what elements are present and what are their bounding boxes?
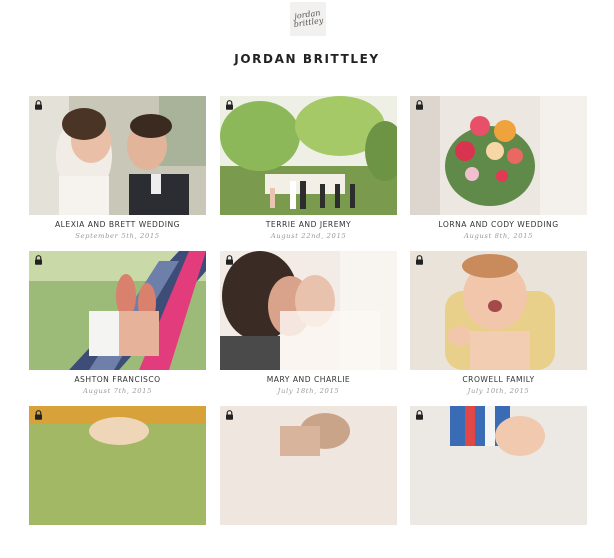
gallery-thumbnail[interactable] <box>29 406 206 525</box>
gallery-title[interactable]: CROWELL FAMILY <box>398 375 599 384</box>
gallery-thumbnail[interactable] <box>410 406 587 525</box>
gallery-thumbnail[interactable] <box>220 251 397 370</box>
site-logo[interactable]: jordan brittley <box>290 2 326 36</box>
gallery-title[interactable]: TERRIE AND JEREMY <box>208 220 409 229</box>
lock-icon <box>35 255 42 265</box>
lock-icon <box>226 410 233 420</box>
gallery-title[interactable]: ASHTON FRANCISCO <box>17 375 218 384</box>
gallery-card-terrie-jeremy[interactable]: TERRIE AND JEREMY August 22nd, 2015 <box>220 96 397 248</box>
lock-icon <box>35 100 42 110</box>
lock-icon <box>226 100 233 110</box>
gallery-thumbnail[interactable] <box>220 96 397 215</box>
gallery-date: July 10th, 2015 <box>467 387 530 395</box>
gallery-date: July 18th, 2015 <box>277 387 340 395</box>
gallery-card-mary-charlie[interactable]: MARY AND CHARLIE July 18th, 2015 <box>220 251 397 403</box>
lock-icon <box>226 255 233 265</box>
gallery-thumbnail[interactable] <box>29 251 206 370</box>
gallery-card[interactable] <box>29 406 206 558</box>
lock-icon <box>416 100 423 110</box>
lock-icon <box>416 410 423 420</box>
gallery-card[interactable] <box>220 406 397 558</box>
gallery-date: August 22nd, 2015 <box>270 232 347 240</box>
gallery-thumbnail[interactable] <box>29 96 206 215</box>
gallery-title[interactable]: LORNA AND CODY WEDDING <box>398 220 599 229</box>
gallery-card-alexia-brett[interactable]: ALEXIA AND BRETT WEDDING September 5th, … <box>29 96 206 248</box>
gallery-card-lorna-cody[interactable]: LORNA AND CODY WEDDING August 8th, 2015 <box>410 96 587 248</box>
gallery-date: September 5th, 2015 <box>75 232 160 240</box>
gallery-date: August 7th, 2015 <box>82 387 153 395</box>
gallery-title[interactable]: MARY AND CHARLIE <box>208 375 409 384</box>
site-title: JORDAN BRITTLEY <box>234 52 380 66</box>
gallery-card-crowell-family[interactable]: CROWELL FAMILY July 10th, 2015 <box>410 251 587 403</box>
gallery-thumbnail[interactable] <box>410 96 587 215</box>
gallery-thumbnail[interactable] <box>220 406 397 525</box>
gallery-card-ashton-francisco[interactable]: ASHTON FRANCISCO August 7th, 2015 <box>29 251 206 403</box>
lock-icon <box>416 255 423 265</box>
gallery-thumbnail[interactable] <box>410 251 587 370</box>
gallery-date: August 8th, 2015 <box>463 232 534 240</box>
logo-text: jordan brittley <box>293 8 324 29</box>
lock-icon <box>35 410 42 420</box>
gallery-card[interactable] <box>410 406 587 558</box>
gallery-title[interactable]: ALEXIA AND BRETT WEDDING <box>17 220 218 229</box>
